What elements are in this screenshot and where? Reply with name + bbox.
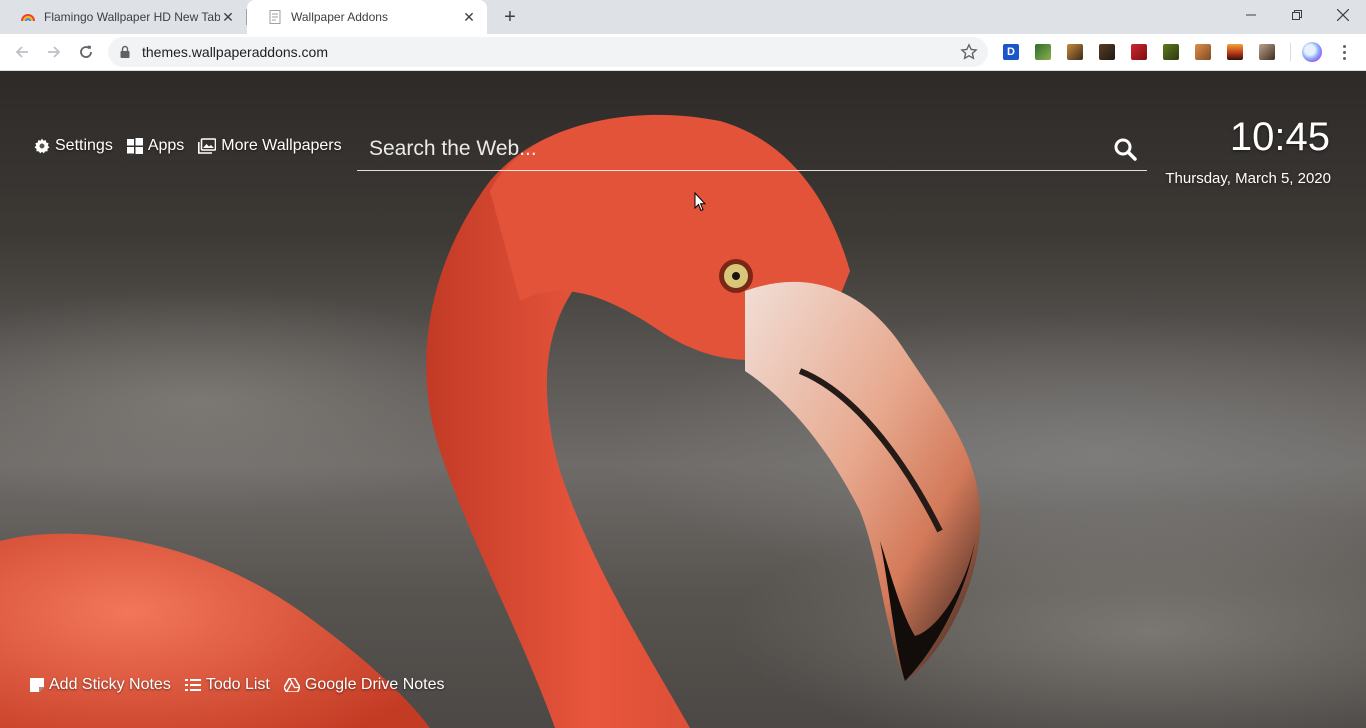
apps-label: Apps: [147, 137, 185, 154]
web-search: [357, 129, 1147, 171]
close-window-button[interactable]: [1320, 0, 1366, 30]
minimize-button[interactable]: [1228, 0, 1274, 30]
more-wallpapers-link[interactable]: More Wallpapers: [198, 137, 342, 155]
drive-icon: [283, 678, 300, 692]
tab-wallpaper-addons[interactable]: Wallpaper Addons ✕: [247, 0, 487, 34]
arrow-right-icon: [48, 46, 61, 58]
tab-title: Flamingo Wallpaper HD New Tab: [44, 10, 220, 24]
todo-list-label: Todo List: [205, 676, 270, 693]
more-menu-icon[interactable]: [1337, 42, 1351, 62]
extension-tiger-icon[interactable]: [1067, 44, 1083, 60]
reload-button[interactable]: [74, 40, 98, 64]
new-tab-button[interactable]: +: [498, 5, 522, 29]
close-tab-icon[interactable]: ✕: [461, 9, 477, 26]
close-icon: [1337, 9, 1349, 21]
clock-time: 10:45: [1229, 115, 1330, 159]
gear-icon: [34, 138, 50, 154]
forward-button[interactable]: [42, 40, 66, 64]
settings-link[interactable]: Settings: [34, 137, 113, 155]
extension-cat-icon[interactable]: [1259, 44, 1275, 60]
extension-orange-icon[interactable]: [1195, 44, 1211, 60]
sticky-notes-label: Add Sticky Notes: [49, 676, 171, 693]
bottom-links: Add Sticky Notes Todo List Google Drive …: [30, 676, 445, 694]
extension-dark-icon[interactable]: [1099, 44, 1115, 60]
browser-toolbar: themes.wallpaperaddons.com D: [0, 34, 1366, 71]
search-icon[interactable]: [1113, 137, 1137, 161]
settings-label: Settings: [55, 137, 113, 154]
restore-icon: [1292, 10, 1302, 20]
extension-green-icon[interactable]: [1035, 44, 1051, 60]
extension-sunset-icon[interactable]: [1227, 44, 1243, 60]
more-wallpapers-label: More Wallpapers: [221, 137, 342, 154]
url-text[interactable]: themes.wallpaperaddons.com: [142, 44, 328, 60]
sticky-note-icon: [30, 678, 44, 692]
google-drive-notes-link[interactable]: Google Drive Notes: [283, 676, 445, 694]
search-input[interactable]: [357, 129, 1097, 169]
tab-strip: Flamingo Wallpaper HD New Tab ✕ Wallpape…: [0, 0, 1366, 34]
arrow-left-icon: [15, 46, 28, 58]
tab-flamingo[interactable]: Flamingo Wallpaper HD New Tab ✕: [0, 0, 246, 34]
tab-title: Wallpaper Addons: [291, 10, 388, 24]
add-sticky-notes-link[interactable]: Add Sticky Notes: [30, 676, 171, 694]
address-bar[interactable]: themes.wallpaperaddons.com: [108, 37, 988, 67]
close-tab-icon[interactable]: ✕: [220, 9, 236, 26]
clock-date: Thursday, March 5, 2020: [1165, 170, 1331, 187]
extension-d-icon[interactable]: D: [1003, 44, 1019, 60]
flamingo-rainbow-icon: [21, 14, 35, 22]
extension-red-icon[interactable]: [1131, 44, 1147, 60]
new-tab-page: Settings Apps More Wallpapers 10:45 Thur: [0, 71, 1366, 728]
restore-button[interactable]: [1274, 0, 1320, 30]
windows-grid-icon: [126, 138, 143, 154]
reload-icon: [80, 45, 92, 58]
apps-link[interactable]: Apps: [126, 137, 185, 155]
minimize-icon: [1246, 14, 1256, 16]
google-drive-notes-label: Google Drive Notes: [304, 676, 445, 693]
lock-icon: [120, 45, 130, 58]
extension-leaf-icon[interactable]: [1163, 44, 1179, 60]
images-icon: [198, 138, 217, 154]
list-icon: [184, 679, 201, 691]
mouse-cursor-icon: [694, 192, 706, 212]
bookmark-star-icon[interactable]: [960, 43, 978, 61]
page-icon: [269, 10, 281, 24]
profile-avatar[interactable]: [1302, 42, 1322, 62]
todo-list-link[interactable]: Todo List: [184, 676, 270, 694]
top-links: Settings Apps More Wallpapers: [34, 137, 342, 155]
back-button[interactable]: [10, 40, 34, 64]
toolbar-divider: [1290, 43, 1291, 61]
